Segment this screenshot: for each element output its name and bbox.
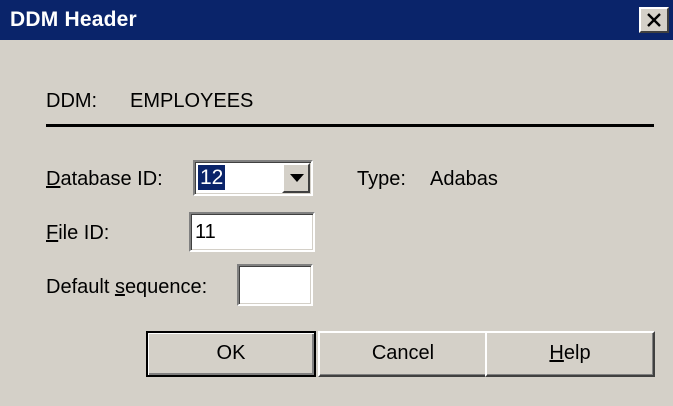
default-sequence-label-text: equence: [124,276,208,298]
ok-button[interactable]: OK [146,331,316,377]
ddm-label: DDM: [46,90,98,112]
default-sequence-mnemonic: s [114,276,125,298]
database-id-label: Database ID: [46,168,163,191]
dropdown-button[interactable] [282,163,310,193]
title-bar[interactable]: DDM Header [0,0,673,40]
database-id-value: 12 [198,165,226,190]
default-sequence-label-pre: Default [46,276,115,298]
help-button[interactable]: Help [485,331,655,377]
help-label-text: elp [563,342,591,364]
close-icon [647,13,661,27]
close-button[interactable] [639,7,669,33]
separator-line [46,124,654,127]
help-mnemonic: H [549,342,564,364]
file-id-mnemonic: F [46,222,59,244]
file-id-value: 11 [195,221,216,243]
ddm-header-dialog: DDM Header DDM: EMPLOYEES Database ID: 1… [0,0,673,406]
file-id-field[interactable]: 11 [189,212,315,252]
file-id-label-text: ile ID: [58,222,110,244]
database-id-dropdown[interactable]: 12 [193,160,313,196]
default-sequence-field[interactable] [237,264,313,306]
database-id-mnemonic: D [46,168,61,190]
type-value: Adabas [430,168,498,190]
default-sequence-label: Default sequence: [46,276,207,299]
file-id-label: File ID: [46,222,109,245]
window-title: DDM Header [10,8,137,31]
cancel-button[interactable]: Cancel [318,331,488,377]
type-label: Type: [357,168,406,190]
chevron-down-icon [290,174,304,182]
ddm-name: EMPLOYEES [130,90,254,112]
database-id-label-text: atabase ID: [60,168,163,190]
